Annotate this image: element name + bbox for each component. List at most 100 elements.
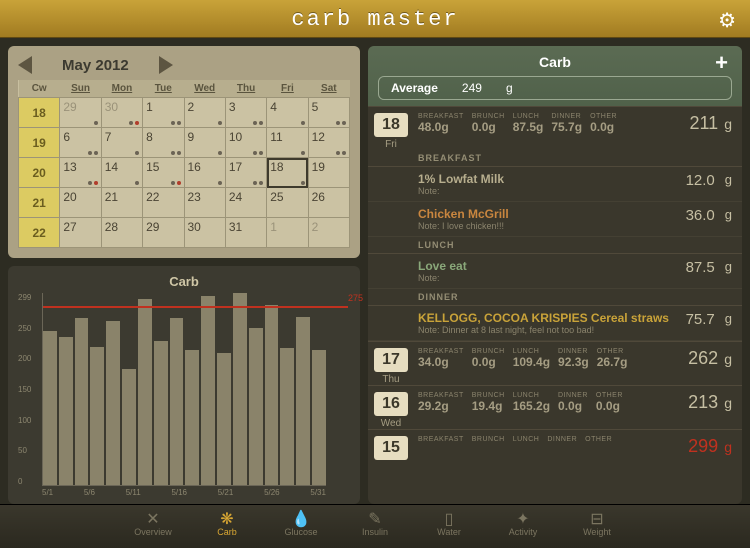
calendar-day-cell[interactable]: 7: [101, 128, 142, 158]
insulin-icon: ✎: [368, 509, 381, 527]
calendar-day-cell[interactable]: 30: [184, 218, 225, 248]
calendar-day-cell[interactable]: 8: [143, 128, 184, 158]
activity-icon: ✦: [516, 509, 529, 527]
calendar-day-cell[interactable]: 2: [308, 218, 349, 248]
calendar-day-cell[interactable]: 6: [60, 128, 101, 158]
calendar-day-cell[interactable]: 30: [101, 98, 142, 128]
chart-bar: [201, 296, 215, 485]
day-block[interactable]: 15BREAKFASTBRUNCHLUNCHDINNEROTHER299g: [368, 429, 742, 463]
calendar-day-cell[interactable]: 20: [60, 188, 101, 218]
calendar-day-cell[interactable]: 24: [225, 188, 266, 218]
calendar-day-header: Mon: [101, 80, 142, 98]
calendar-day-cell[interactable]: 1: [267, 218, 308, 248]
chart-bar: [280, 348, 294, 485]
food-item[interactable]: 1% Lowfat MilkNote: 12.0g: [368, 167, 742, 202]
chart-bar: [185, 350, 199, 485]
calendar-day-cell[interactable]: 5: [308, 98, 349, 128]
day-block[interactable]: 18FriBREAKFAST48.0gBRUNCH0.0gLUNCH87.5gD…: [368, 106, 742, 150]
calendar-day-cell[interactable]: 23: [184, 188, 225, 218]
tab-activity[interactable]: ✦Activity: [496, 509, 550, 548]
prev-month-arrow-icon[interactable]: [18, 56, 32, 74]
tab-bar: ✕Overview ❋Carb 💧Glucose ✎Insulin ▯Water ✦Act…: [0, 504, 750, 548]
day-block[interactable]: 16WedBREAKFAST29.2gBRUNCH19.4gLUNCH165.2…: [368, 385, 742, 429]
calendar-day-cell[interactable]: 13: [60, 158, 101, 188]
average-value: 249: [462, 81, 482, 95]
content-area: May 2012 CwSunMonTueWedThuFriSat 1829301…: [0, 38, 750, 504]
settings-gear-icon[interactable]: ⚙: [718, 8, 736, 33]
chart-bar: [249, 328, 263, 485]
meal-section-label: DINNER: [368, 289, 742, 306]
calendar-day-header: Cw: [19, 80, 60, 98]
tab-carb[interactable]: ❋Carb: [200, 509, 254, 548]
calendar-day-cell[interactable]: 19: [308, 158, 349, 188]
chart-bar: [90, 347, 104, 485]
detail-panel: Carb + Average 249 g 18FriBREAKFAST48.0g…: [368, 46, 742, 504]
calendar-day-cell[interactable]: 4: [267, 98, 308, 128]
calendar-day-cell[interactable]: 31: [225, 218, 266, 248]
day-badge: 18Fri: [368, 107, 414, 150]
water-icon: ▯: [445, 509, 454, 527]
calendar-day-cell[interactable]: 10: [225, 128, 266, 158]
next-month-arrow-icon[interactable]: [159, 56, 350, 74]
chart-bar: [217, 353, 231, 485]
calendar-day-cell[interactable]: 9: [184, 128, 225, 158]
chart-bar: [296, 317, 310, 485]
chart-bar: [43, 331, 57, 485]
calendar-day-cell[interactable]: 3: [225, 98, 266, 128]
calendar-day-cell[interactable]: 11: [267, 128, 308, 158]
calendar-day-cell[interactable]: 17: [225, 158, 266, 188]
calendar-day-cell[interactable]: 28: [101, 218, 142, 248]
calendar-day-header: Sun: [60, 80, 101, 98]
calendar-grid: CwSunMonTueWedThuFriSat 1829301234519678…: [18, 80, 350, 248]
calendar-day-cell[interactable]: 27: [60, 218, 101, 248]
chart-bar: [154, 341, 168, 485]
tab-glucose[interactable]: 💧Glucose: [274, 509, 328, 548]
detail-header: Carb + Average 249 g: [368, 46, 742, 106]
calendar-day-cell[interactable]: 15: [143, 158, 184, 188]
average-box: Average 249 g: [378, 76, 732, 100]
calendar-day-header: Thu: [225, 80, 266, 98]
calendar-day-cell[interactable]: 12: [308, 128, 349, 158]
calendar-week-number: 21: [19, 188, 60, 218]
chart-bar: [106, 321, 120, 485]
calendar-day-header: Fri: [267, 80, 308, 98]
food-item[interactable]: KELLOGG, COCOA KRISPIES Cereal strawsNot…: [368, 306, 742, 341]
calendar-week-number: 22: [19, 218, 60, 248]
calendar-day-cell[interactable]: 29: [60, 98, 101, 128]
calendar-week-number: 20: [19, 158, 60, 188]
tab-weight[interactable]: ⊟Weight: [570, 509, 624, 548]
calendar-day-cell[interactable]: 16: [184, 158, 225, 188]
calendar-month-label: May 2012: [62, 57, 129, 74]
day-list[interactable]: 18FriBREAKFAST48.0gBRUNCH0.0gLUNCH87.5gD…: [368, 106, 742, 504]
calendar-day-cell[interactable]: 14: [101, 158, 142, 188]
tab-water[interactable]: ▯Water: [422, 509, 476, 548]
left-column: May 2012 CwSunMonTueWedThuFriSat 1829301…: [8, 46, 360, 504]
calendar-day-header: Sat: [308, 80, 349, 98]
add-entry-plus-icon[interactable]: +: [715, 50, 728, 76]
chart-panel: Carb 299250200150100500 275 5/15/65/115/…: [8, 266, 360, 504]
day-badge: 17Thu: [368, 342, 414, 385]
title-bar: carb master ⚙: [0, 0, 750, 38]
calendar-day-cell[interactable]: 2: [184, 98, 225, 128]
calendar-week-number: 19: [19, 128, 60, 158]
chart-bar: [59, 337, 73, 485]
day-badge: 15: [368, 430, 414, 463]
weight-icon: ⊟: [590, 509, 603, 527]
calendar-day-cell[interactable]: 26: [308, 188, 349, 218]
carb-icon: ❋: [220, 509, 233, 527]
tab-insulin[interactable]: ✎Insulin: [348, 509, 402, 548]
average-label: Average: [391, 81, 438, 95]
food-item[interactable]: Love eatNote: 87.5g: [368, 254, 742, 289]
calendar-day-cell[interactable]: 1: [143, 98, 184, 128]
tab-overview[interactable]: ✕Overview: [126, 509, 180, 548]
food-item[interactable]: Chicken McGrillNote: I love chicken!!!36…: [368, 202, 742, 237]
calendar-day-cell[interactable]: 18: [267, 158, 308, 188]
calendar-day-cell[interactable]: 22: [143, 188, 184, 218]
right-column: Carb + Average 249 g 18FriBREAKFAST48.0g…: [368, 46, 742, 504]
calendar-day-cell[interactable]: 21: [101, 188, 142, 218]
calendar-day-header: Wed: [184, 80, 225, 98]
calendar-day-cell[interactable]: 29: [143, 218, 184, 248]
day-block[interactable]: 17ThuBREAKFAST34.0gBRUNCH0.0gLUNCH109.4g…: [368, 341, 742, 385]
app-title: carb master: [291, 7, 458, 32]
calendar-day-cell[interactable]: 25: [267, 188, 308, 218]
